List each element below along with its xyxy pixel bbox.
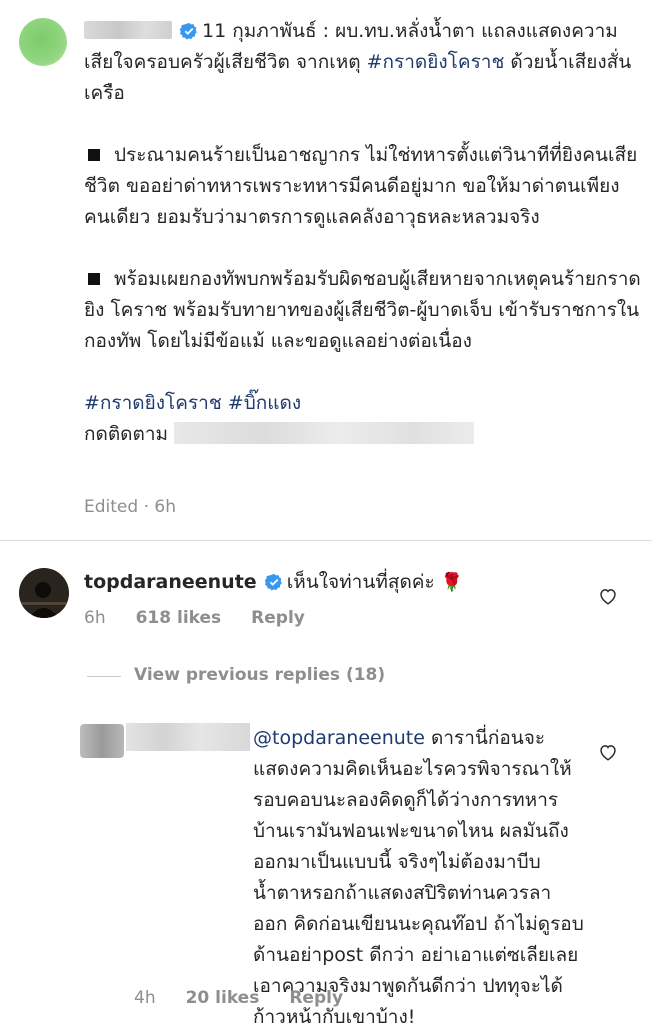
comment-2-meta: 4h 20 likes Reply <box>134 988 343 1008</box>
bullet-square-icon <box>88 272 100 285</box>
view-previous-replies-button[interactable]: View previous replies (18) <box>134 665 385 685</box>
comment-1-body: topdaraneenute เห็นใจท่านที่สุดค่ะ 🌹 <box>84 567 584 598</box>
edited-timestamp: Edited · 6h <box>84 497 176 517</box>
comment-1-likes[interactable]: 618 likes <box>136 608 222 628</box>
like-heart-icon[interactable] <box>598 743 618 761</box>
bullet-square-icon <box>88 148 100 161</box>
caption-tags-link[interactable]: #กราดยิงโคราช #บิ๊กแดง <box>84 388 644 419</box>
caption-hashtag-link[interactable]: #กราดยิงโคราช <box>367 51 505 73</box>
comment-1-time: 6h <box>84 608 106 628</box>
caption-text: 11 กุมภาพันธ์ : ผบ.ทบ.หลั่งน้ำตา แถลงแสด… <box>84 16 644 450</box>
caption-bullet-1: ประณามคนร้ายเป็นอาชญากร ไม่ใช่ทหารตั้งแต… <box>84 144 638 228</box>
comment-2-text: ดารานี่ก่อนจะแสดงความคิดเห็นอะไรควรพิจาร… <box>253 727 584 1028</box>
comment-1-text: เห็นใจท่านที่สุดค่ะ <box>286 571 435 593</box>
follow-handle-redacted[interactable] <box>174 422 475 444</box>
comment-2-reply-button[interactable]: Reply <box>289 988 343 1008</box>
rose-icon: 🌹 <box>440 572 464 593</box>
author-avatar[interactable] <box>19 18 67 66</box>
comment-2-body: @topdaraneenute ดารานี่ก่อนจะแสดงความคิด… <box>134 723 584 1033</box>
caption-bullet-2: พร้อมเผยกองทัพบกพร้อมรับผิดชอบผู้เสียหาย… <box>84 268 641 352</box>
divider <box>0 540 652 541</box>
reply-avatar-redacted[interactable] <box>80 724 124 758</box>
replies-line <box>87 676 121 677</box>
verified-badge-icon <box>264 573 282 591</box>
comment-1-reply-button[interactable]: Reply <box>251 608 305 628</box>
comment-1-username[interactable]: topdaraneenute <box>84 571 257 593</box>
comment-2-likes[interactable]: 20 likes <box>186 988 260 1008</box>
verified-badge-icon <box>180 22 197 40</box>
silhouette-icon <box>19 568 69 618</box>
author-username-redacted[interactable] <box>84 21 172 39</box>
commenter-avatar[interactable] <box>19 568 69 618</box>
comment-1-meta: 6h 618 likes Reply <box>84 608 305 628</box>
like-heart-icon[interactable] <box>598 587 618 605</box>
follow-label: กดติดตาม <box>84 423 169 445</box>
comment-2-time: 4h <box>134 988 156 1008</box>
comment-2-mention-link[interactable]: @topdaraneenute <box>253 727 425 749</box>
